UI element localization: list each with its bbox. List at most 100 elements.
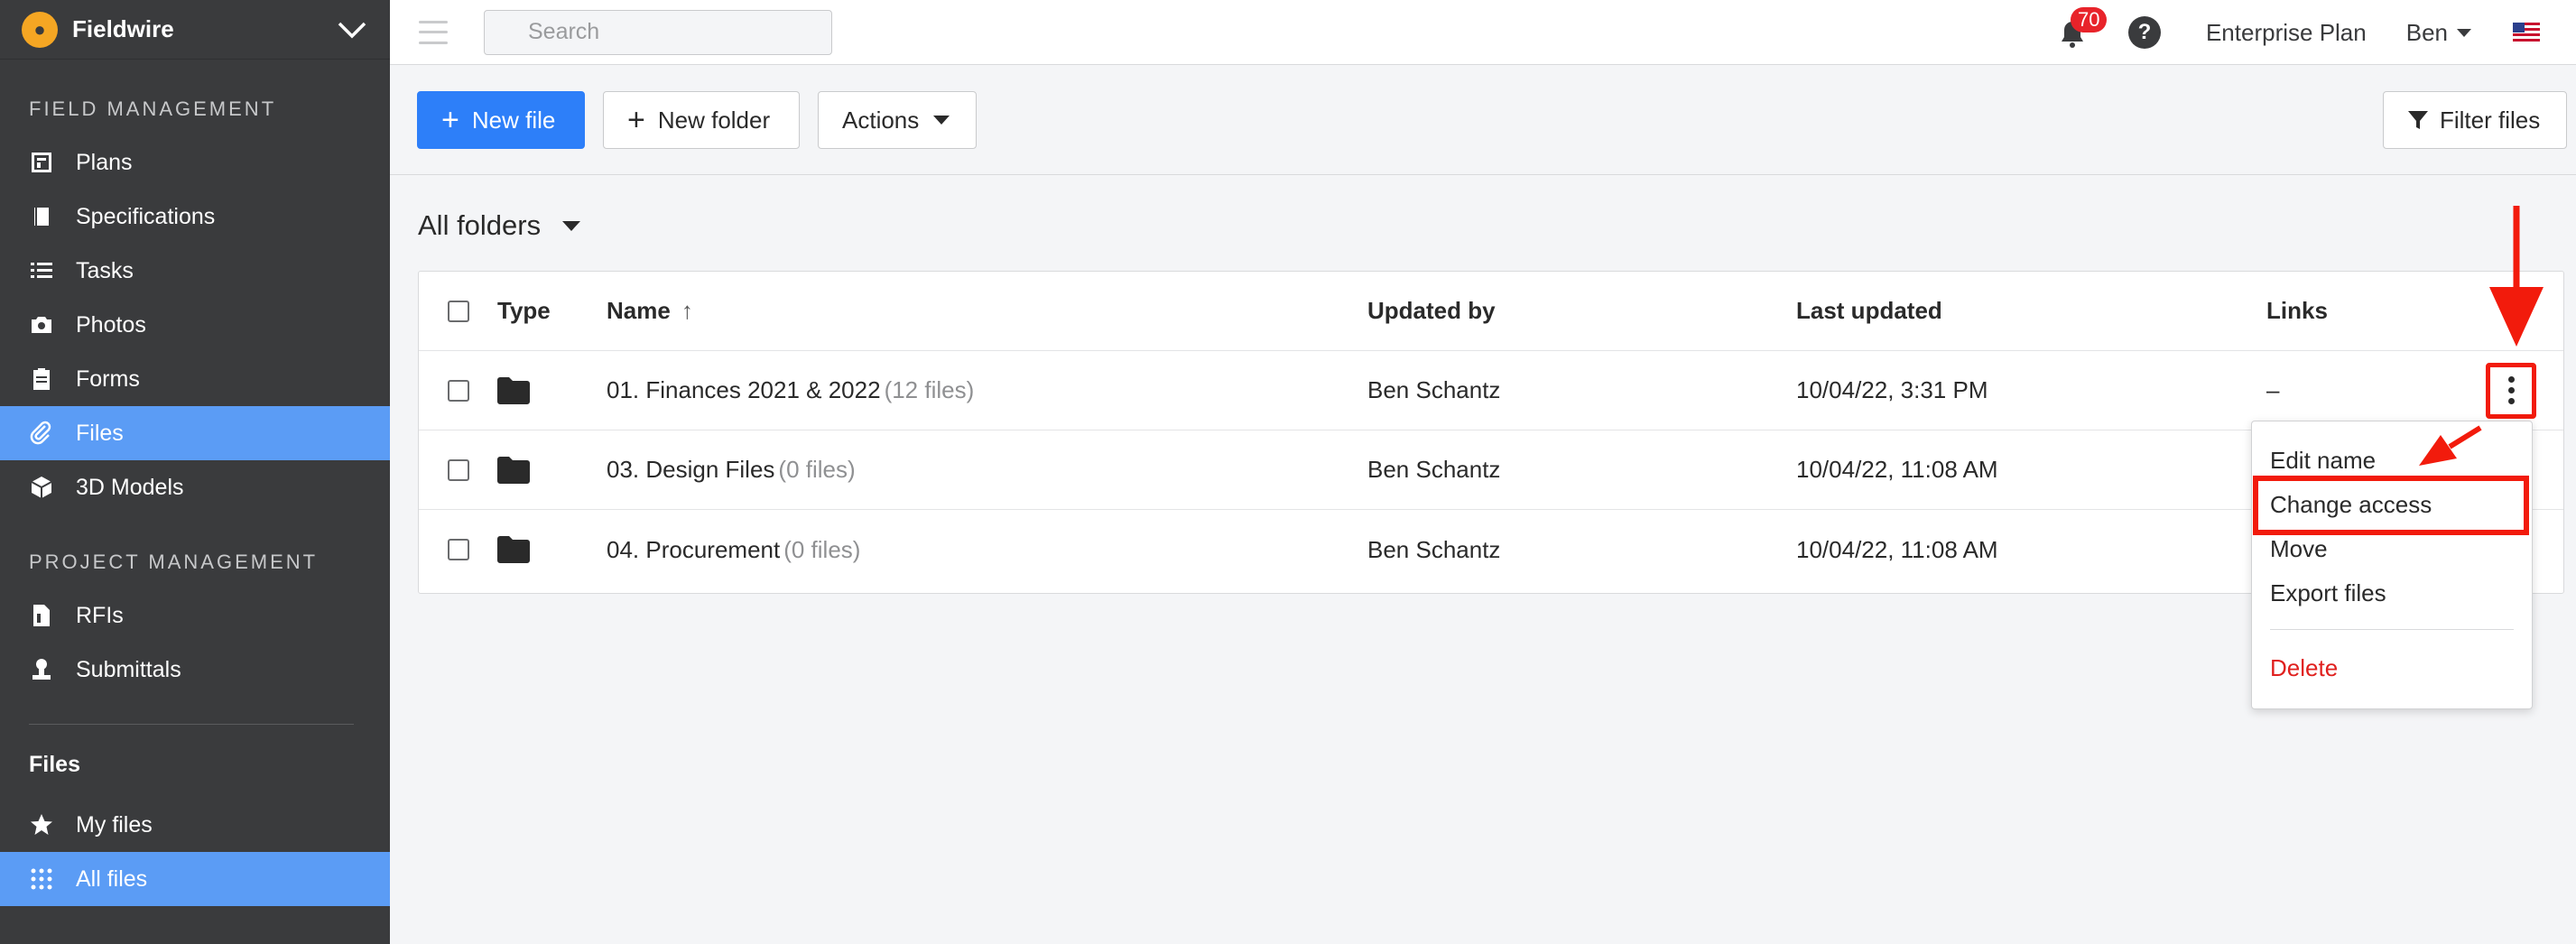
menu-item-export-files[interactable]: Export files xyxy=(2270,579,2386,607)
fieldwire-logo: ● xyxy=(22,11,58,48)
updated-by: Ben Schantz xyxy=(1367,456,1501,483)
actions-label: Actions xyxy=(842,106,920,134)
file-count: (12 files) xyxy=(884,376,975,403)
document-icon xyxy=(29,603,54,628)
stamp-icon xyxy=(29,657,54,682)
sidebar-item-tasks[interactable]: Tasks xyxy=(0,244,390,298)
project-switcher[interactable]: ● Fieldwire xyxy=(0,0,390,60)
last-updated: 10/04/22, 11:08 AM xyxy=(1796,456,1998,483)
row-checkbox[interactable] xyxy=(448,539,469,560)
select-all-checkbox[interactable] xyxy=(448,300,469,322)
sidebar-item-3d-models[interactable]: 3D Models xyxy=(0,460,390,514)
updated-by: Ben Schantz xyxy=(1367,535,1501,563)
actions-button[interactable]: Actions xyxy=(818,91,977,149)
sidebar-divider xyxy=(29,724,354,725)
section-title-field-management: FIELD MANAGEMENT xyxy=(29,97,277,120)
folder-name[interactable]: 01. Finances 2021 & 2022 (12 files) xyxy=(607,376,974,404)
sidebar-item-label: My files xyxy=(76,811,153,838)
plus-icon: + xyxy=(441,103,459,137)
sidebar-item-label: Plans xyxy=(76,149,133,175)
user-menu[interactable]: Ben xyxy=(2406,19,2471,47)
clipboard-icon xyxy=(29,366,54,392)
section-title-project-management: PROJECT MANAGEMENT xyxy=(29,551,319,573)
caret-down-icon xyxy=(2457,28,2471,37)
help-icon[interactable]: ? xyxy=(2127,16,2161,49)
cube-icon xyxy=(29,475,54,500)
new-file-label: New file xyxy=(471,106,556,134)
hamburger-icon[interactable] xyxy=(419,20,448,44)
paperclip-icon xyxy=(29,421,54,446)
sidebar-item-label: RFIs xyxy=(76,602,124,628)
menu-item-edit-name[interactable]: Edit name xyxy=(2270,447,2376,475)
table-row[interactable]: 01. Finances 2021 & 2022 (12 files) Ben … xyxy=(419,351,2563,430)
sort-ascending-icon: ↑ xyxy=(681,297,693,324)
sidebar: ● Fieldwire FIELD MANAGEMENT Plans Speci… xyxy=(0,0,390,944)
search-box[interactable] xyxy=(484,9,832,55)
folder-context-menu: Edit name Change access Move Export file… xyxy=(2251,421,2533,709)
folder-name[interactable]: 03. Design Files (0 files) xyxy=(607,456,856,484)
folder-icon xyxy=(497,536,530,563)
chevron-down-icon[interactable] xyxy=(336,19,368,41)
menu-item-move[interactable]: Move xyxy=(2270,535,2328,563)
column-name-label: Name xyxy=(607,297,671,324)
list-icon xyxy=(29,258,54,283)
file-count: (0 files) xyxy=(783,535,861,563)
sidebar-item-files[interactable]: Files xyxy=(0,406,390,460)
row-checkbox[interactable] xyxy=(448,379,469,402)
new-file-button[interactable]: + New file xyxy=(417,91,585,149)
filter-files-label: Filter files xyxy=(2440,106,2541,134)
plus-icon: + xyxy=(627,103,645,137)
table-header-row: Type Name ↑ Updated by Last updated Link… xyxy=(419,272,2563,351)
grid-icon xyxy=(29,866,54,892)
sidebar-item-all-files[interactable]: All files xyxy=(0,852,390,906)
plans-icon xyxy=(29,150,54,175)
search-input[interactable] xyxy=(528,19,819,45)
table-row[interactable]: 04. Procurement (0 files) Ben Schantz 10… xyxy=(419,510,2563,589)
caret-down-icon xyxy=(933,116,950,125)
sidebar-item-submittals[interactable]: Submittals xyxy=(0,643,390,697)
user-name: Ben xyxy=(2405,18,2448,46)
column-type[interactable]: Type xyxy=(497,297,551,325)
column-name[interactable]: Name ↑ xyxy=(607,297,693,325)
column-updated-by[interactable]: Updated by xyxy=(1367,297,1496,325)
filter-files-button[interactable]: Filter files xyxy=(2383,91,2567,149)
row-checkbox[interactable] xyxy=(448,458,469,481)
top-bar-right: 70 ? Enterprise Plan Ben xyxy=(2054,0,2576,65)
links-value: – xyxy=(2266,376,2280,403)
sidebar-item-label: Submittals xyxy=(76,656,181,682)
sidebar-item-specifications[interactable]: Specifications xyxy=(0,190,390,244)
menu-item-delete[interactable]: Delete xyxy=(2270,654,2338,682)
new-folder-button[interactable]: + New folder xyxy=(603,91,800,149)
sidebar-item-label: Forms xyxy=(76,366,140,392)
updated-by: Ben Schantz xyxy=(1367,376,1501,403)
folder-name[interactable]: 04. Procurement (0 files) xyxy=(607,536,860,564)
folder-icon xyxy=(497,456,530,484)
sidebar-item-label: Files xyxy=(76,420,124,446)
sidebar-files-heading: Files xyxy=(29,752,80,777)
brand-name: Fieldwire xyxy=(72,15,174,42)
plan-label[interactable]: Enterprise Plan xyxy=(2206,19,2367,47)
sidebar-item-rfis[interactable]: RFIs xyxy=(0,588,390,643)
column-links[interactable]: Links xyxy=(2266,297,2328,325)
folders-heading: All folders xyxy=(418,209,542,241)
more-options-icon[interactable] xyxy=(2486,362,2536,419)
sidebar-item-my-files[interactable]: My files xyxy=(0,798,390,852)
book-icon xyxy=(29,204,54,229)
annotation-highlight-box xyxy=(2253,476,2529,535)
sidebar-item-label: Tasks xyxy=(76,257,134,283)
us-flag-icon[interactable] xyxy=(2513,23,2540,42)
column-last-updated[interactable]: Last updated xyxy=(1796,297,1942,325)
folder-name-text: 03. Design Files xyxy=(607,456,775,483)
folder-name-text: 01. Finances 2021 & 2022 xyxy=(607,376,881,403)
table-row[interactable]: 03. Design Files (0 files) Ben Schantz 1… xyxy=(419,430,2563,510)
sidebar-item-forms[interactable]: Forms xyxy=(0,352,390,406)
sidebar-item-photos[interactable]: Photos xyxy=(0,298,390,352)
file-count: (0 files) xyxy=(778,456,856,483)
files-toolbar: + New file + New folder Actions Filter f… xyxy=(390,65,2576,175)
folder-selector[interactable]: All folders xyxy=(418,209,581,242)
sidebar-item-plans[interactable]: Plans xyxy=(0,135,390,190)
files-table: Type Name ↑ Updated by Last updated Link… xyxy=(418,271,2564,594)
sidebar-item-label: 3D Models xyxy=(76,474,184,500)
notifications-button[interactable]: 70 xyxy=(2054,7,2108,51)
sidebar-item-label: Specifications xyxy=(76,203,216,229)
